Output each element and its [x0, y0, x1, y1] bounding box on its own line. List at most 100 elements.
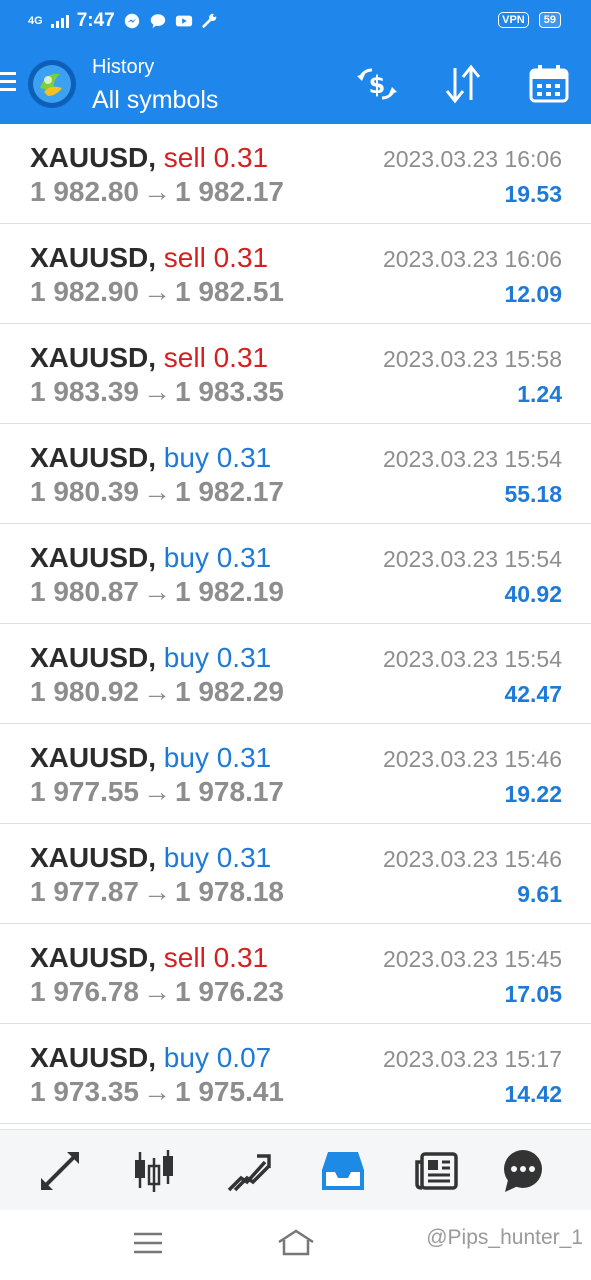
signal-icon: [50, 14, 69, 28]
trade-time: 2023.03.23 15:58: [382, 346, 562, 372]
trade-history-list: XAUUSD, sell 0.31 1 982.80 → 1 982.17 2023…: [0, 124, 591, 1124]
open-price: 1 976.78: [30, 976, 139, 1007]
vpn-badge: VPN: [498, 12, 529, 28]
bottom-nav: [0, 1129, 591, 1210]
youtube-icon: [175, 15, 192, 27]
trade-icon[interactable]: [225, 1148, 271, 1194]
trade-profit: 9.61: [517, 881, 562, 907]
status-bar: 4G 7:47 VPN 59: [0, 0, 591, 44]
page-title: History: [92, 56, 155, 78]
trade-symbol: XAUUSD,: [30, 642, 157, 673]
trade-row[interactable]: XAUUSD, buy 0.31 1 980.39 → 1 982.17 2023.…: [0, 424, 591, 524]
arrow-icon: →: [143, 376, 171, 407]
trade-symbol: XAUUSD,: [30, 342, 157, 373]
trade-symbol: XAUUSD,: [30, 842, 157, 873]
chat-bubble-icon: [150, 14, 165, 29]
trade-time: 2023.03.23 15:46: [382, 746, 562, 772]
trade-symbol: XAUUSD,: [30, 542, 157, 573]
network-type: 4G: [28, 14, 43, 27]
trade-symbol: XAUUSD,: [30, 1042, 157, 1073]
wrench-icon: [202, 13, 217, 28]
close-price: 1 982.17: [175, 176, 284, 207]
currency-exchange-icon[interactable]: $: [354, 64, 400, 104]
trade-type: sell 0.31: [163, 242, 269, 273]
quotes-icon[interactable]: [37, 1148, 83, 1194]
close-price: 1 983.35: [175, 376, 284, 407]
trade-profit: 12.09: [504, 281, 562, 307]
trade-time: 2023.03.23 15:54: [382, 446, 562, 472]
trade-row[interactable]: XAUUSD, sell 0.31 1 982.90 → 1 982.51 2023…: [0, 224, 591, 324]
close-price: 1 982.19: [175, 576, 284, 607]
trade-time: 2023.03.23 15:46: [382, 846, 562, 872]
trade-row[interactable]: XAUUSD, buy 0.31 1 977.87 → 1 978.18 2023.…: [0, 824, 591, 924]
trade-row[interactable]: XAUUSD, buy 0.07 1 973.35 → 1 975.41 2023.…: [0, 1024, 591, 1124]
trade-row[interactable]: XAUUSD, sell 0.31 1 982.80 → 1 982.17 2023…: [0, 124, 591, 224]
close-price: 1 982.17: [175, 476, 284, 507]
trade-time: 2023.03.23 15:54: [382, 546, 562, 572]
trade-symbol: XAUUSD,: [30, 142, 157, 173]
close-price: 1 978.18: [175, 876, 284, 907]
messenger-icon: [124, 13, 139, 29]
arrow-icon: →: [143, 576, 171, 607]
trade-type: sell 0.31: [163, 942, 269, 973]
trade-profit: 14.42: [504, 1081, 562, 1107]
trade-profit: 55.18: [504, 481, 562, 507]
trade-profit: 19.53: [504, 181, 562, 207]
history-icon[interactable]: [320, 1148, 366, 1194]
trade-row[interactable]: XAUUSD, buy 0.31 1 980.92 → 1 982.29 2023.…: [0, 624, 591, 724]
trade-row[interactable]: XAUUSD, buy 0.31 1 980.87 → 1 982.19 2023.…: [0, 524, 591, 624]
arrow-icon: →: [143, 776, 171, 807]
close-price: 1 982.51: [175, 276, 284, 307]
trade-profit: 17.05: [504, 981, 562, 1007]
arrow-icon: →: [143, 1076, 171, 1107]
open-price: 1 980.87: [30, 576, 139, 607]
svg-text:$: $: [369, 71, 386, 99]
symbol-filter[interactable]: All symbols: [92, 86, 218, 115]
trade-row[interactable]: XAUUSD, sell 0.31 1 976.78 → 1 976.23 2023…: [0, 924, 591, 1024]
trade-profit: 40.92: [504, 581, 562, 607]
menu-icon[interactable]: [0, 72, 16, 94]
trade-time: 2023.03.23 15:54: [382, 646, 562, 672]
trade-time: 2023.03.23 15:17: [382, 1046, 562, 1072]
arrow-icon: →: [143, 476, 171, 507]
trade-profit: 42.47: [504, 681, 562, 707]
trade-symbol: XAUUSD,: [30, 242, 157, 273]
close-price: 1 982.29: [175, 676, 284, 707]
trade-type: sell 0.31: [163, 342, 269, 373]
watermark: @Pips_hunter_1: [426, 1226, 583, 1249]
clock: 7:47: [76, 10, 115, 31]
chart-icon[interactable]: [131, 1148, 177, 1194]
close-price: 1 976.23: [175, 976, 284, 1007]
trade-time: 2023.03.23 16:06: [382, 246, 562, 272]
trade-symbol: XAUUSD,: [30, 942, 157, 973]
arrow-icon: →: [143, 676, 171, 707]
trade-type: buy 0.31: [163, 442, 272, 473]
chat-icon[interactable]: [500, 1148, 546, 1194]
trade-type: buy 0.31: [163, 642, 272, 673]
trade-symbol: XAUUSD,: [30, 442, 157, 473]
trade-row[interactable]: XAUUSD, buy 0.31 1 977.55 → 1 978.17 2023.…: [0, 724, 591, 824]
trade-type: buy 0.31: [163, 842, 272, 873]
trade-time: 2023.03.23 15:45: [382, 946, 562, 972]
open-price: 1 973.35: [30, 1076, 139, 1107]
arrow-icon: →: [143, 276, 171, 307]
trade-type: buy 0.31: [163, 542, 272, 573]
open-price: 1 980.92: [30, 676, 139, 707]
battery-indicator: 59: [538, 12, 561, 28]
system-nav-bar: @Pips_hunter_1: [0, 1210, 591, 1280]
trade-row[interactable]: XAUUSD, sell 0.31 1 983.39 → 1 983.35 2023…: [0, 324, 591, 424]
open-price: 1 977.87: [30, 876, 139, 907]
sort-icon[interactable]: [440, 64, 486, 104]
news-icon[interactable]: [414, 1148, 460, 1194]
open-price: 1 983.39: [30, 376, 139, 407]
trade-type: sell 0.31: [163, 142, 269, 173]
home-icon[interactable]: [276, 1228, 316, 1258]
arrow-icon: →: [143, 876, 171, 907]
calendar-icon[interactable]: [526, 64, 572, 104]
open-price: 1 982.80: [30, 176, 139, 207]
arrow-icon: →: [143, 976, 171, 1007]
arrow-icon: →: [143, 176, 171, 207]
recent-apps-icon[interactable]: [130, 1228, 166, 1258]
trade-type: buy 0.07: [163, 1042, 272, 1073]
trade-time: 2023.03.23 16:06: [382, 146, 562, 172]
